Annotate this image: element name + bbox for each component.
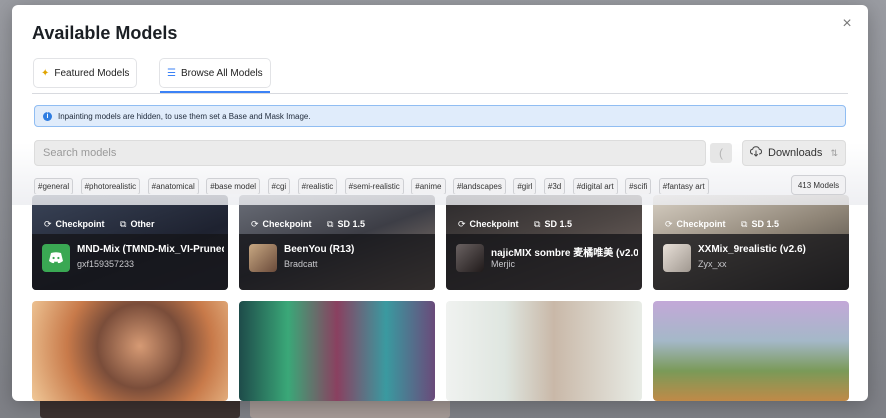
tag-chip[interactable]: #3d bbox=[543, 178, 566, 194]
available-models-dialog: Available Models × ⟳ Checkpoint ⧉ Other MN… bbox=[12, 5, 868, 401]
tag-chip[interactable]: #girl bbox=[513, 178, 537, 194]
author-avatar bbox=[249, 244, 277, 272]
model-base-label: SD 1.5 bbox=[337, 219, 365, 229]
search-input[interactable] bbox=[34, 140, 706, 166]
base-model-icon: ⧉ bbox=[120, 218, 127, 229]
tag-chip[interactable]: #semi-realistic bbox=[344, 178, 404, 194]
model-card[interactable] bbox=[446, 301, 642, 401]
model-name: MND-Mix (TMND-Mix_VI-Pruned) bbox=[77, 244, 224, 255]
tag-chip[interactable]: #base model bbox=[206, 178, 261, 194]
author-avatar bbox=[456, 244, 484, 272]
base-model-icon: ⧉ bbox=[534, 218, 541, 229]
model-info: BeenYou (R13) Bradcatt bbox=[239, 234, 435, 290]
model-card[interactable]: ⟳ Checkpoint ⧉ SD 1.5 XXMix_9realistic (v2… bbox=[653, 195, 849, 290]
tag-chip[interactable]: #landscapes bbox=[452, 178, 506, 194]
tag-chip[interactable]: #fantasy art bbox=[658, 178, 709, 194]
tag-chip[interactable]: #photorealistic bbox=[80, 178, 141, 194]
model-info: XXMix_9realistic (v2.6) Zyx_xx bbox=[653, 234, 849, 290]
sparkle-icon: ✦ bbox=[41, 67, 50, 79]
tag-chip[interactable]: #general bbox=[34, 178, 74, 194]
model-type-badge: ⟳ Checkpoint bbox=[38, 215, 111, 233]
cloud-download-icon bbox=[749, 146, 763, 160]
model-card[interactable]: ⟳ Checkpoint ⧉ SD 1.5 najicMIX sombre 麦橘唯美… bbox=[446, 195, 642, 290]
checkpoint-icon: ⟳ bbox=[251, 218, 259, 229]
model-base-badge: ⧉ SD 1.5 bbox=[321, 215, 371, 233]
author-avatar bbox=[663, 244, 691, 272]
background-thumbnail bbox=[250, 398, 450, 418]
model-type-label: Checkpoint bbox=[55, 219, 105, 229]
sort-icon: ⇅ bbox=[830, 147, 838, 158]
checkpoint-icon: ⟳ bbox=[665, 218, 673, 229]
sort-downloads-button[interactable]: Downloads ⇅ bbox=[742, 140, 846, 166]
model-author: Merjic bbox=[491, 259, 515, 269]
model-base-label: SD 1.5 bbox=[751, 219, 779, 229]
model-type-badge: ⟳ Checkpoint bbox=[245, 215, 318, 233]
model-type-badge: ⟳ Checkpoint bbox=[452, 215, 525, 233]
model-type-label: Checkpoint bbox=[469, 219, 519, 229]
model-info: MND-Mix (TMND-Mix_VI-Pruned) gxf15935723… bbox=[32, 234, 228, 290]
background-thumbnail bbox=[40, 398, 240, 418]
model-name: XXMix_9realistic (v2.6) bbox=[698, 244, 806, 255]
model-base-badge: ⧉ Other bbox=[114, 215, 160, 233]
tab-divider bbox=[32, 93, 848, 94]
model-card[interactable] bbox=[32, 301, 228, 401]
model-type-label: Checkpoint bbox=[262, 219, 312, 229]
tab-featured-models[interactable]: ✦ Featured Models bbox=[34, 59, 137, 87]
checkpoint-icon: ⟳ bbox=[44, 218, 52, 229]
model-base-label: SD 1.5 bbox=[544, 219, 572, 229]
tag-chip[interactable]: #anime bbox=[411, 178, 446, 194]
inpainting-notice: i Inpainting models are hidden, to use t… bbox=[34, 105, 846, 127]
tag-chip[interactable]: #digital art bbox=[572, 178, 618, 194]
checkpoint-icon: ⟳ bbox=[458, 218, 466, 229]
model-base-badge: ⧉ SD 1.5 bbox=[528, 215, 578, 233]
model-name: BeenYou (R13) bbox=[284, 244, 355, 255]
model-count-badge: 413 Models bbox=[791, 175, 846, 195]
model-name: najicMIX sombre 麦橘唯美 (v2.0) bbox=[491, 248, 638, 259]
base-model-icon: ⧉ bbox=[741, 218, 748, 229]
tag-chip[interactable]: #realistic bbox=[297, 178, 338, 194]
model-author: Zyx_xx bbox=[698, 259, 727, 269]
close-icon[interactable]: × bbox=[838, 15, 856, 33]
model-type-badge: ⟳ Checkpoint bbox=[659, 215, 732, 233]
model-base-badge: ⧉ SD 1.5 bbox=[735, 215, 785, 233]
search-spinner-icon: ( bbox=[710, 143, 732, 163]
model-card[interactable] bbox=[653, 301, 849, 401]
tag-chip[interactable]: #scifi bbox=[625, 178, 652, 194]
base-model-icon: ⧉ bbox=[327, 218, 334, 229]
model-base-label: Other bbox=[130, 219, 155, 229]
tab-browse-all-models[interactable]: ☰ Browse All Models bbox=[160, 59, 270, 87]
notice-text: Inpainting models are hidden, to use the… bbox=[58, 111, 311, 121]
downloads-label: Downloads bbox=[768, 147, 823, 159]
tag-chip[interactable]: #anatomical bbox=[147, 178, 199, 194]
info-icon: i bbox=[43, 111, 52, 121]
tag-chip[interactable]: #cgi bbox=[267, 178, 291, 194]
tab-label: Browse All Models bbox=[180, 67, 263, 79]
model-author: gxf159357233 bbox=[77, 259, 135, 269]
model-info: najicMIX sombre 麦橘唯美 (v2.0) Merjic bbox=[446, 234, 642, 290]
model-card[interactable]: ⟳ Checkpoint ⧉ Other MND-Mix (TMND-Mix_VI-… bbox=[32, 195, 228, 290]
discord-icon bbox=[42, 244, 70, 272]
model-type-label: Checkpoint bbox=[676, 219, 726, 229]
modal-title: Available Models bbox=[32, 23, 178, 43]
tab-label: Featured Models bbox=[54, 67, 130, 79]
tag-filter-list: #general #photorealistic #anatomical #ba… bbox=[34, 176, 784, 194]
list-icon: ☰ bbox=[167, 67, 176, 79]
model-author: Bradcatt bbox=[284, 259, 318, 269]
model-card[interactable]: ⟳ Checkpoint ⧉ SD 1.5 BeenYou (R13) Bradca… bbox=[239, 195, 435, 290]
model-card[interactable] bbox=[239, 301, 435, 401]
